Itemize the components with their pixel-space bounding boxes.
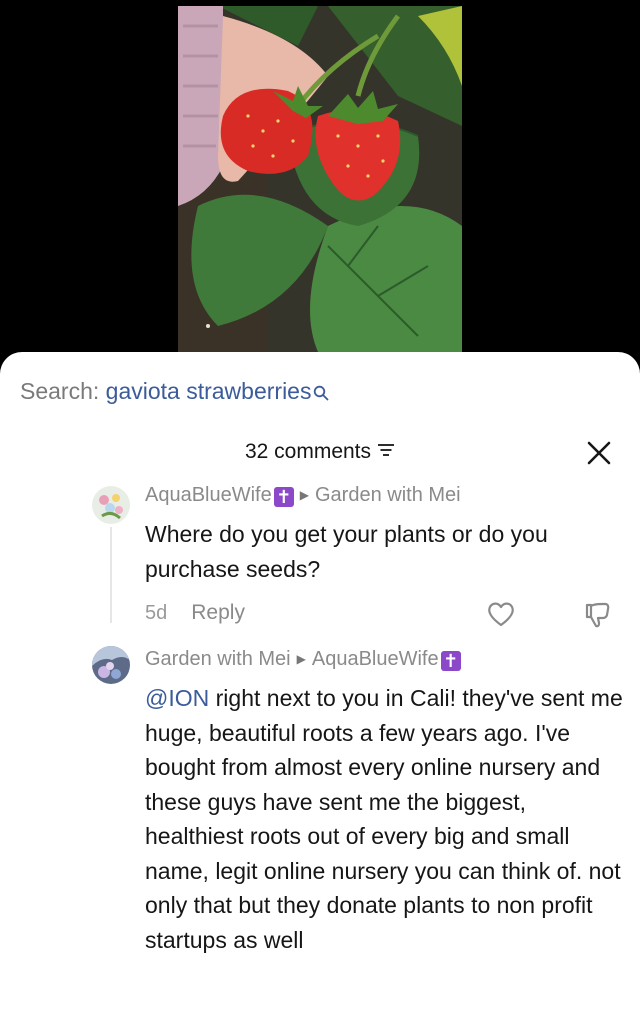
comment2-reply-to[interactable]: AquaBlueWife [312, 648, 439, 670]
mention-link[interactable]: @ION [145, 685, 209, 711]
sort-icon[interactable] [377, 439, 395, 463]
comment1-author[interactable]: AquaBlueWife [145, 484, 272, 506]
thread-line [110, 527, 112, 623]
cross-badge-icon: ✝ [273, 487, 294, 507]
comment1-header: AquaBlueWife ✝ ▶ Garden with Mei [145, 484, 461, 507]
search-label: Search: [20, 378, 100, 404]
comment2-author[interactable]: Garden with Mei [145, 648, 291, 670]
search-query[interactable]: gaviota strawberries [106, 378, 312, 404]
heart-icon[interactable] [486, 600, 516, 628]
comment1-meta: 5d Reply [145, 601, 245, 625]
comment1-age: 5d [145, 602, 168, 624]
comments-header[interactable]: 32 comments [0, 440, 640, 464]
cross-badge-icon: ✝ [440, 651, 461, 671]
comment1-reply-to[interactable]: Garden with Mei [315, 484, 461, 506]
avatar-garden-with-mei[interactable] [92, 646, 130, 684]
reply-arrow-icon: ▶ [296, 652, 306, 666]
video-frame[interactable] [178, 6, 462, 352]
reply-button[interactable]: Reply [191, 601, 245, 624]
comment2-text: @ION right next to you in Cali! they've … [145, 681, 630, 957]
comment1-text: Where do you get your plants or do you p… [145, 521, 548, 582]
avatar-aquabluewife[interactable] [92, 486, 130, 524]
comment2-header: Garden with Mei ▶ AquaBlueWife ✝ [145, 648, 461, 671]
thumbs-down-icon[interactable] [582, 600, 612, 630]
reply-arrow-icon: ▶ [299, 488, 309, 502]
video-area[interactable] [0, 0, 640, 380]
search-icon[interactable] [313, 380, 329, 407]
search-suggestion[interactable]: Search: gaviota strawberries [20, 378, 329, 407]
comment2-body: right next to you in Cali! they've sent … [145, 685, 623, 953]
strawberry-video-image [178, 6, 462, 352]
close-icon[interactable] [586, 440, 612, 466]
comments-count: 32 comments [244, 440, 372, 463]
